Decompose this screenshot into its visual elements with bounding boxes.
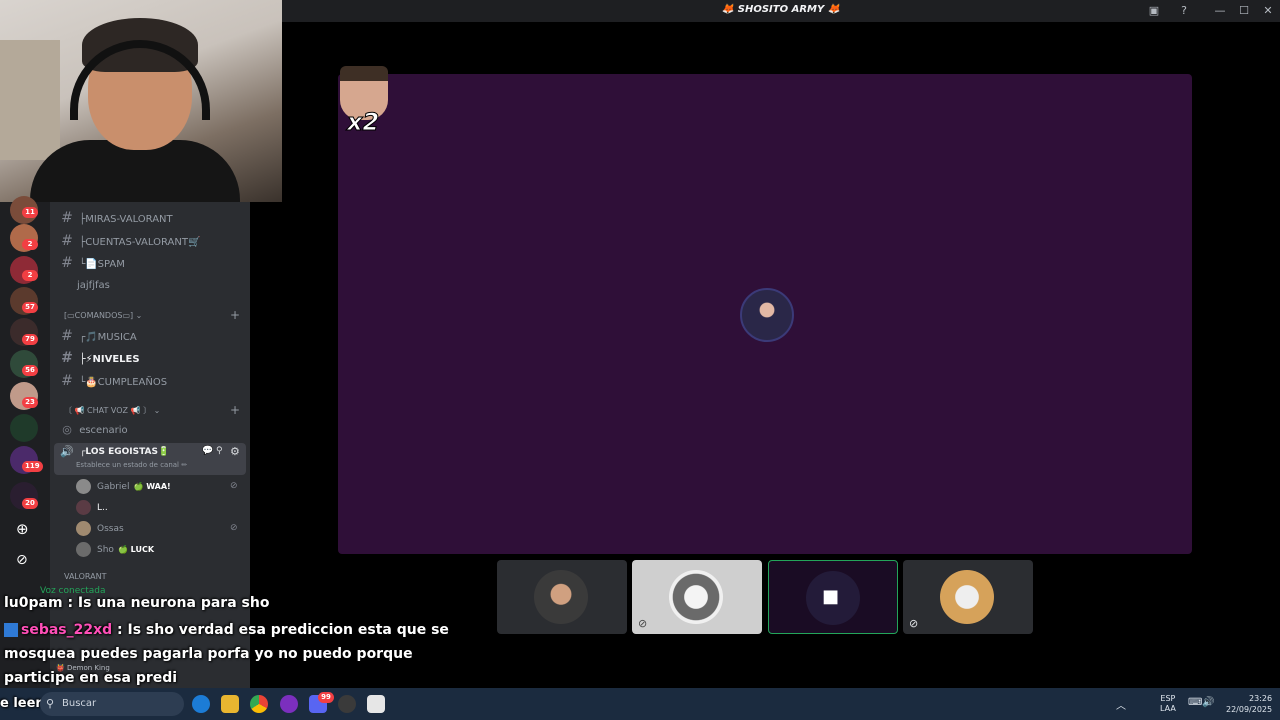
stage-channel-escenario[interactable]: ◎ escenario — [58, 420, 246, 440]
window-titlebar: 🦊 SHOSITO ARMY 🦊 ▣ ? — ☐ ✕ — [282, 0, 1280, 22]
channel-status-hint[interactable]: Establece un estado de canal ✏ — [76, 461, 187, 469]
hash-icon: # — [61, 328, 73, 344]
voice-user[interactable]: Sho 🍏 LUCK — [76, 540, 244, 560]
add-channel-icon[interactable]: + — [230, 403, 240, 417]
category-valorant[interactable]: VALORANT — [64, 570, 106, 584]
streamer-webcam — [0, 0, 282, 202]
hash-icon: # — [61, 210, 73, 226]
channel-cuentas-valorant[interactable]: # ├CUENTAS-VALORANT🛒 — [58, 231, 246, 251]
participant-tile-active[interactable]: ■ — [768, 560, 898, 634]
participant-tile[interactable] — [497, 560, 627, 634]
chrome-icon[interactable] — [250, 695, 268, 713]
server-rail: 11 2 2 57 79 56 23 119 20 ⊕ ⊘ — [0, 196, 50, 688]
avatar — [534, 570, 588, 624]
hash-icon: # — [61, 373, 73, 389]
avatar — [76, 479, 91, 494]
help-icon[interactable]: ? — [1176, 3, 1192, 19]
network-icon[interactable]: ⌨ — [1188, 697, 1202, 708]
window-icon[interactable] — [367, 695, 385, 713]
channel-jajfjfas[interactable]: jajfjfas — [77, 276, 265, 296]
avatar — [76, 500, 91, 515]
avatar — [76, 542, 91, 557]
channel-spam[interactable]: # └📄SPAM — [58, 253, 246, 273]
channel-musica[interactable]: # ┌🎵MUSICA — [58, 326, 246, 346]
avatar — [76, 521, 91, 536]
notification-badge: 119 — [22, 461, 43, 472]
avatar — [669, 570, 723, 624]
server-icon[interactable] — [10, 414, 38, 442]
participant-tile[interactable]: ⊘ — [903, 560, 1033, 634]
hash-icon: # — [61, 350, 73, 366]
category-comandos[interactable]: [▭COMANDOS▭] ⌄ — [64, 309, 142, 323]
clock[interactable]: 23:26 22/09/2025 — [1226, 693, 1272, 715]
close-button[interactable]: ✕ — [1260, 3, 1276, 19]
notification-badge: 79 — [22, 334, 38, 345]
stage-icon: ◎ — [62, 423, 72, 436]
channel-cumpleanos[interactable]: # └🎂CUMPLEAÑOS — [58, 371, 246, 391]
camera-icon[interactable]: ■ — [822, 586, 839, 607]
deafened-icon: ⊘ — [638, 617, 648, 630]
speaker-avatar[interactable] — [740, 288, 794, 342]
voice-user[interactable]: Ossas — [76, 519, 244, 539]
chat-username: sebas_22xd — [21, 622, 113, 638]
channel-miras-valorant[interactable]: # ├MIRAS-VALORANT — [58, 208, 246, 228]
chat-username: lu0pam — [4, 595, 63, 611]
deafened-icon: ⊘ — [909, 617, 919, 630]
window-title: 🦊 SHOSITO ARMY 🦊 — [721, 4, 841, 15]
multiplier-label: x2 — [346, 108, 380, 137]
channel-niveles[interactable]: # ├⚡NIVELES — [58, 348, 246, 368]
notification-badge: 57 — [22, 302, 38, 313]
folder-icon[interactable] — [221, 695, 239, 713]
add-server-icon[interactable]: ⊕ — [16, 520, 29, 538]
webcam-background — [0, 40, 60, 160]
voice-user[interactable]: Gabriel 🍏 WAA! — [76, 477, 244, 497]
voice-user[interactable]: L.. — [76, 498, 244, 518]
volume-icon[interactable]: 🔊 — [1202, 697, 1214, 708]
participant-tile[interactable]: ⊘ — [632, 560, 762, 634]
voice-channel-los-egoistas[interactable]: 🔊 ┌LOS EGOISTAS🔋 Establece un estado de … — [54, 443, 246, 475]
voice-channel-name: ┌LOS EGOISTAS🔋 — [80, 447, 170, 457]
category-chat-voz[interactable]: 〔 📢 CHAT VOZ 📢 〕 ⌄ — [64, 404, 160, 418]
invite-icon[interactable]: ⚲ — [216, 446, 223, 456]
overlay-text: e leer — [0, 696, 42, 711]
chat-icon[interactable]: 💬 — [202, 446, 213, 456]
speaker-icon: 🔊 — [60, 445, 74, 458]
inbox-icon[interactable]: ▣ — [1146, 3, 1162, 19]
chat-message-line: participe en esa predi — [4, 670, 178, 686]
chat-message-line: mosquea puedes pagarla porfa yo no puedo… — [4, 646, 413, 662]
badge-icon — [4, 623, 18, 637]
channel-list: # ├MIRAS-VALORANT # ├CUENTAS-VALORANT🛒 #… — [50, 202, 250, 688]
search-icon: ⚲ — [46, 697, 55, 710]
notification-badge: 2 — [22, 270, 38, 281]
notification-badge: 20 — [22, 498, 38, 509]
edge-icon[interactable] — [192, 695, 210, 713]
tray-chevron-icon[interactable]: ︿ — [1116, 697, 1126, 712]
chat-message: sebas_22xd : Is sho verdad esa prediccio… — [4, 622, 449, 638]
minimize-button[interactable]: — — [1212, 3, 1228, 19]
discover-icon[interactable]: ⊘ — [16, 552, 28, 568]
settings-gear-icon[interactable]: ⚙ — [230, 445, 240, 458]
app-icon[interactable] — [338, 695, 356, 713]
language-indicator[interactable]: ESP LAA — [1160, 694, 1176, 714]
maximize-button[interactable]: ☐ — [1236, 3, 1252, 19]
avatar — [940, 570, 994, 624]
deafened-icon: ⊘ — [230, 481, 238, 491]
notification-badge: 56 — [22, 365, 38, 376]
search-box[interactable]: ⚲ Buscar — [40, 692, 184, 716]
taskbar: e leer ⚲ Buscar 99 ︿ ESP LAA ⌨ 🔊 23:26 22/… — [0, 688, 1280, 720]
notification-badge: 2 — [22, 239, 38, 250]
app-icon[interactable] — [280, 695, 298, 713]
notification-badge: 99 — [318, 692, 334, 703]
hash-icon: # — [61, 233, 73, 249]
notification-badge: 23 — [22, 397, 38, 408]
deafened-icon: ⊘ — [230, 523, 238, 533]
add-channel-icon[interactable]: + — [230, 308, 240, 322]
hash-icon: # — [61, 255, 73, 271]
notification-badge: 11 — [22, 207, 38, 218]
chat-message: lu0pam : Is una neurona para sho — [4, 595, 270, 611]
